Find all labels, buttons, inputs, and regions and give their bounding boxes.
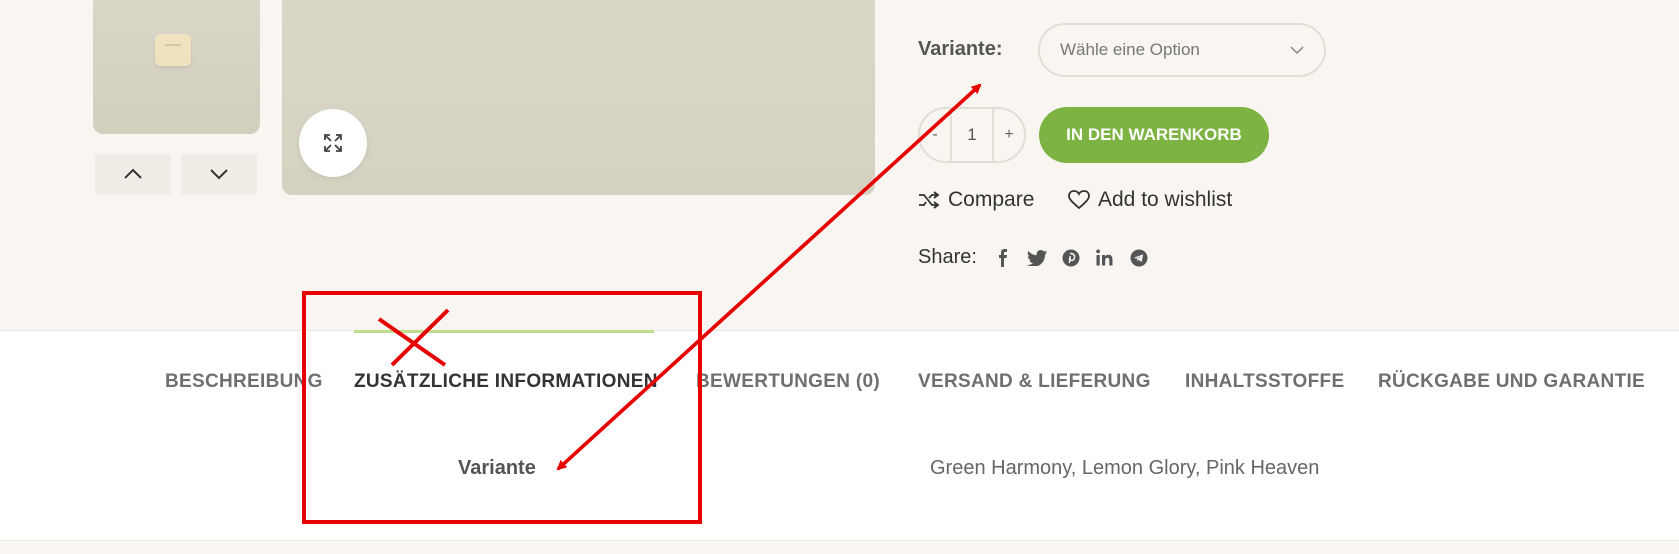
facebook-icon[interactable] — [993, 248, 1013, 268]
share-row: Share: — [918, 246, 1149, 269]
wishlist-label: Add to wishlist — [1098, 188, 1233, 211]
wishlist-link[interactable]: Add to wishlist — [1068, 188, 1232, 212]
add-to-cart-button[interactable]: IN DEN WARENKORB — [1039, 107, 1269, 163]
product-thumbnail[interactable] — [93, 0, 260, 134]
shuffle-icon — [919, 191, 940, 209]
zoom-button[interactable] — [299, 109, 367, 177]
heart-icon — [1068, 190, 1090, 210]
tab-beschreibung[interactable]: BESCHREIBUNG — [165, 371, 323, 393]
product-tabs: BESCHREIBUNG ZUSÄTZLICHE INFORMATIONEN B… — [0, 371, 1679, 401]
compare-label: Compare — [948, 188, 1035, 211]
chevron-down-icon — [210, 169, 228, 180]
variant-select[interactable]: Wähle eine Option — [1038, 23, 1326, 77]
annotation-highlight-box — [302, 291, 702, 524]
thumb-next-button[interactable] — [181, 154, 257, 194]
variant-select-placeholder: Wähle eine Option — [1060, 40, 1200, 59]
thumb-prev-button[interactable] — [95, 154, 171, 194]
section-divider — [0, 330, 1679, 331]
qty-plus-button[interactable]: + — [994, 126, 1024, 144]
chevron-up-icon — [124, 168, 142, 179]
expand-icon — [324, 134, 342, 152]
variant-label: Variante: — [918, 38, 1003, 60]
chevron-down-icon — [1290, 46, 1304, 54]
qty-value[interactable]: 1 — [950, 109, 994, 161]
qty-minus-button[interactable]: - — [920, 126, 950, 144]
footer-strip — [0, 541, 1679, 554]
pinterest-icon[interactable] — [1061, 248, 1081, 268]
attribute-value: Green Harmony, Lemon Glory, Pink Heaven — [930, 457, 1320, 479]
tab-bewertungen[interactable]: BEWERTUNGEN (0) — [696, 371, 880, 393]
tab-inhaltsstoffe[interactable]: INHALTSSTOFFE — [1185, 371, 1344, 393]
tab-versand-lieferung[interactable]: VERSAND & LIEFERUNG — [918, 371, 1151, 393]
share-label: Share: — [918, 246, 977, 268]
quantity-stepper[interactable]: - 1 + — [918, 107, 1026, 163]
soap-image — [155, 34, 191, 66]
linkedin-icon[interactable] — [1095, 248, 1115, 268]
tab-rueckgabe-garantie[interactable]: RÜCKGABE UND GARANTIE — [1378, 371, 1645, 393]
telegram-icon[interactable] — [1129, 248, 1149, 268]
product-main-image[interactable] — [282, 0, 875, 195]
compare-link[interactable]: Compare — [918, 188, 1034, 212]
twitter-icon[interactable] — [1026, 248, 1047, 268]
